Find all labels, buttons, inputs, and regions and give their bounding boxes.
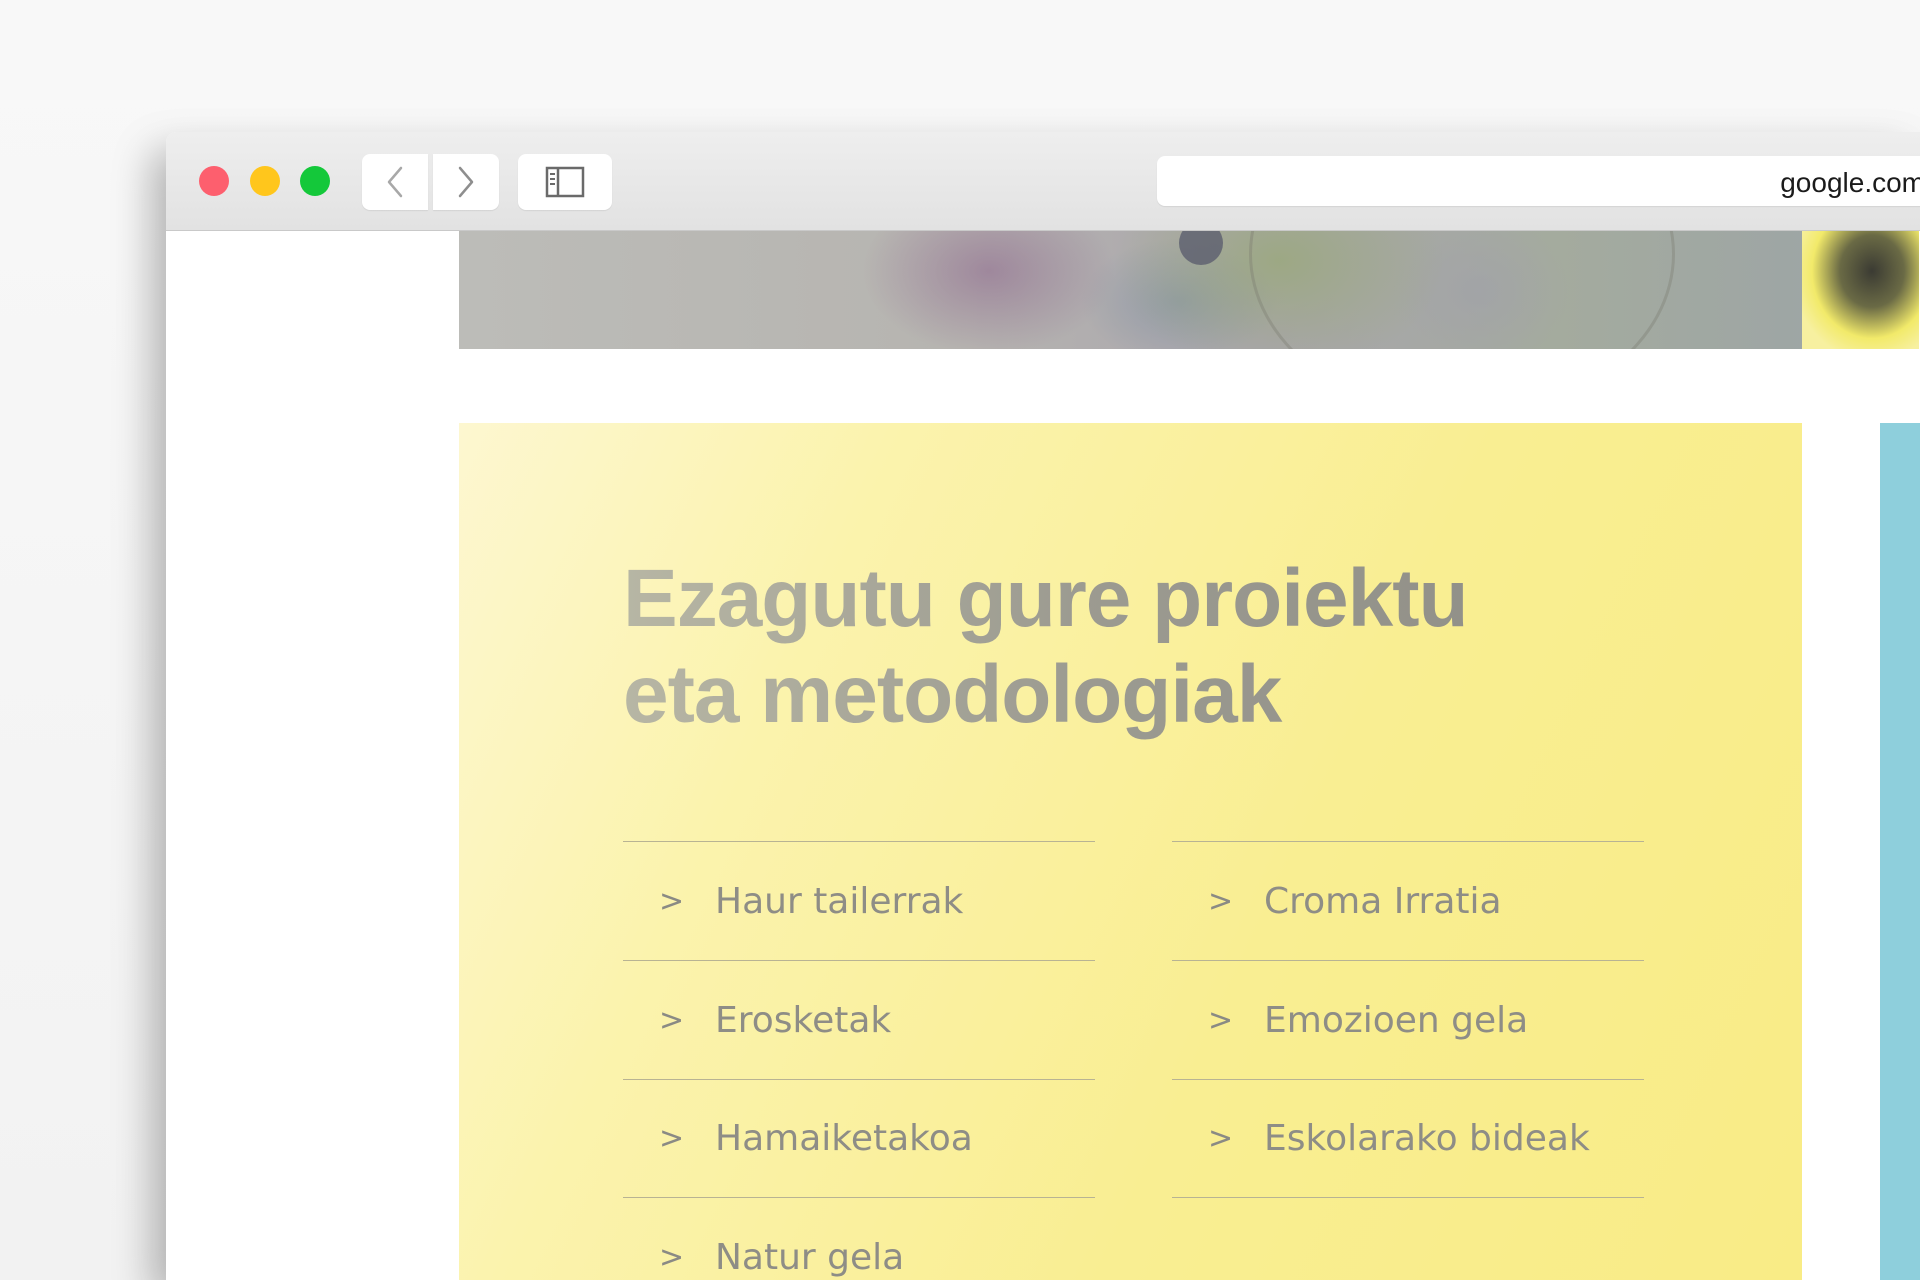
address-bar[interactable]: google.com [1157,156,1920,206]
project-link-label: Eskolarako bideak [1264,1118,1590,1159]
project-link-hamaiketakoa[interactable]: > Hamaiketakoa [623,1079,1095,1198]
project-link-label: Emozioen gela [1264,999,1529,1041]
projects-list-right: > Croma Irratia > Emozioen gela > Eskola… [1172,841,1644,1198]
minimize-window-button[interactable] [250,166,280,196]
project-link-haur-tailerrak[interactable]: > Haur tailerrak [623,841,1095,960]
chevron-right-icon: > [1208,883,1234,919]
hero-image-detail [1179,231,1223,265]
title-line-1: Ezagutu gure proiektu [623,553,1468,644]
hero-image-detail [1802,231,1919,349]
hero-image [459,231,1919,349]
projects-title: Ezagutu gure proiektu eta metodologiak [623,551,1623,743]
forward-button[interactable] [433,154,499,210]
chevron-right-icon: > [659,1002,685,1038]
sidebar-icon [545,166,585,198]
projects-card: Ezagutu gure proiektu eta metodologiak >… [459,423,1802,1280]
chevron-right-icon [458,166,474,198]
project-link-label: Hamaiketakoa [715,1118,973,1159]
sidebar-toggle-button[interactable] [518,154,612,210]
project-link-emozioen-gela[interactable]: > Emozioen gela [1172,960,1644,1079]
project-link-label: Erosketak [715,999,892,1041]
project-link-label: Natur gela [715,1237,905,1278]
project-link-natur-gela[interactable]: > Natur gela [623,1198,1095,1280]
chevron-right-icon: > [1208,1121,1234,1156]
browser-window: google.com Ezagutu gure proiektu eta met… [166,132,1920,1280]
title-line-2: eta metodologiak [623,649,1282,740]
chevron-left-icon [387,166,403,198]
maximize-window-button[interactable] [300,166,330,196]
project-link-label: Croma Irratia [1264,880,1502,922]
project-link-label: Haur tailerrak [715,880,964,922]
side-card [1880,423,1920,1280]
chevron-right-icon: > [659,1240,685,1275]
hero-image-detail [1249,231,1675,349]
project-link-erosketak[interactable]: > Erosketak [623,960,1095,1079]
back-button[interactable] [362,154,428,210]
projects-list-left: > Haur tailerrak > Erosketak > Hamaiketa… [623,841,1095,1280]
chevron-right-icon: > [1208,1002,1234,1038]
browser-toolbar: google.com [166,132,1920,231]
chevron-right-icon: > [659,1121,685,1156]
project-link-croma-irratia[interactable]: > Croma Irratia [1172,841,1644,960]
project-link-eskolarako-bideak[interactable]: > Eskolarako bideak [1172,1079,1644,1198]
url-text: google.com [1780,167,1920,198]
close-window-button[interactable] [199,166,229,196]
chevron-right-icon: > [659,883,685,919]
